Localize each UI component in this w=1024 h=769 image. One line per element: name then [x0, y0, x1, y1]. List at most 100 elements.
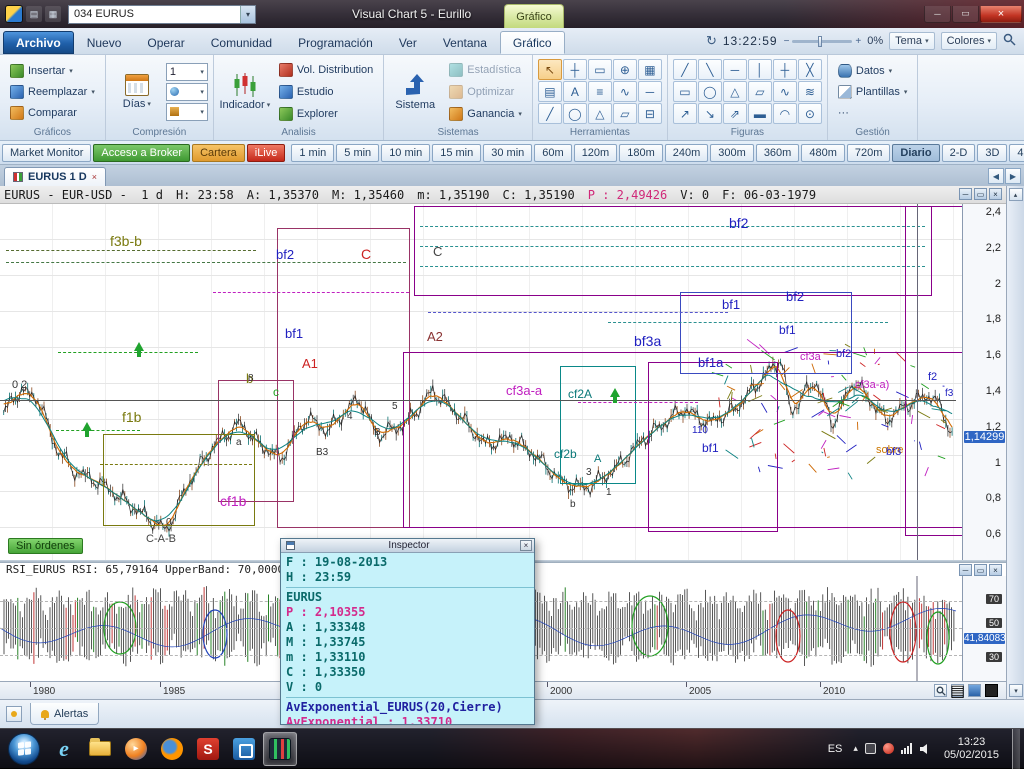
gestion-more-button[interactable]: ···	[833, 103, 913, 123]
zoom-thumb[interactable]	[818, 36, 822, 47]
strip-down-icon[interactable]: ▾	[1009, 684, 1023, 697]
zoom-in-icon[interactable]: +	[855, 36, 861, 47]
ribbon-tab-ver[interactable]: Ver	[386, 31, 430, 54]
dias-button[interactable]: Días▾	[111, 58, 163, 125]
timeframe-30-min[interactable]: 30 min	[483, 144, 532, 162]
figuras-tool-2[interactable]: ╲	[698, 59, 722, 80]
timeframe-240m[interactable]: 240m	[665, 144, 709, 162]
compression-units-spinner[interactable]: 1▾	[166, 63, 208, 81]
vol-distribution-button[interactable]: Vol. Distribution	[274, 60, 378, 80]
figuras-tool-8[interactable]: ◯	[698, 81, 722, 102]
timeframe-5-min[interactable]: 5 min	[336, 144, 379, 162]
herramientas-tool-10[interactable]: ─	[638, 81, 662, 102]
herramientas-tool-1[interactable]: ↖	[538, 59, 562, 80]
timeframe-120m[interactable]: 120m	[574, 144, 618, 162]
indicador-button[interactable]: Indicador▾	[219, 58, 271, 125]
acceso-a-broker-button[interactable]: Acceso a Broker	[93, 144, 190, 162]
tema-button[interactable]: Tema▾	[889, 32, 934, 50]
figuras-tool-7[interactable]: ▭	[673, 81, 697, 102]
taskbar-file-explorer[interactable]	[83, 732, 117, 766]
figuras-tool-17[interactable]: ◠	[773, 103, 797, 124]
symbol-combo[interactable]: 034 EURUS ▾	[68, 5, 256, 24]
timeframe-720m[interactable]: 720m	[847, 144, 891, 162]
ribbon-tab-comunidad[interactable]: Comunidad	[198, 31, 285, 54]
doc-next-button[interactable]: ▶	[1005, 168, 1021, 184]
compression-extra-dropdown[interactable]: ▾	[166, 103, 208, 121]
zoom-icon[interactable]	[934, 684, 947, 697]
figuras-tool-16[interactable]: ▬	[748, 103, 772, 124]
doc-tab-eurus[interactable]: EURUS 1 D ×	[4, 167, 106, 186]
hidden-icons-arrow[interactable]: ▴	[853, 743, 858, 754]
taskbar-visual-chart[interactable]	[263, 732, 297, 766]
figuras-tool-9[interactable]: △	[723, 81, 747, 102]
inspector-window[interactable]: Inspector × F : 19-08-2013H : 23:59EURUS…	[280, 538, 535, 725]
rsi-minimize-icon[interactable]: ─	[959, 564, 972, 576]
timeframe-300m[interactable]: 300m	[710, 144, 754, 162]
taskbar-media-player[interactable]: ▸	[119, 732, 153, 766]
price-axis[interactable]: 2,42,221,81,61,41,210,80,61,14299	[962, 204, 1006, 560]
herramientas-tool-2[interactable]: ┼	[563, 59, 587, 80]
chart-close-icon[interactable]: ×	[989, 188, 1002, 200]
taskbar-firefox[interactable]	[155, 732, 189, 766]
app-logo-icon[interactable]	[5, 5, 23, 23]
estudio-button[interactable]: Estudio	[274, 82, 378, 102]
plantillas-button[interactable]: Plantillas▾	[833, 82, 913, 102]
network-icon[interactable]	[901, 743, 912, 754]
compress-icon[interactable]	[985, 684, 998, 697]
zoom-out-icon[interactable]: −	[784, 36, 790, 47]
figuras-tool-13[interactable]: ↗	[673, 103, 697, 124]
colores-button[interactable]: Colores▾	[941, 32, 997, 50]
timeframe-10-min[interactable]: 10 min	[381, 144, 430, 162]
taskbar-clock[interactable]: 13:23 05/02/2015	[938, 736, 1005, 762]
timeframe-15-min[interactable]: 15 min	[432, 144, 481, 162]
ribbon-tab-archivo[interactable]: Archivo	[3, 31, 74, 54]
market-monitor-button[interactable]: Market Monitor	[2, 144, 91, 162]
figuras-tool-15[interactable]: ⇗	[723, 103, 747, 124]
herramientas-tool-8[interactable]: ≡	[588, 81, 612, 102]
minimize-button[interactable]: ─	[924, 6, 951, 23]
timeframe-4d[interactable]: 4D	[1009, 144, 1024, 162]
chart-restore-icon[interactable]: ▭	[974, 188, 987, 200]
timeframe-480m[interactable]: 480m	[801, 144, 845, 162]
tray-app-icon[interactable]	[865, 743, 876, 754]
figuras-tool-11[interactable]: ∿	[773, 81, 797, 102]
herramientas-tool-15[interactable]: ⊟	[638, 103, 662, 124]
herramientas-tool-3[interactable]: ▭	[588, 59, 612, 80]
qat-save-icon[interactable]: ▤	[26, 6, 42, 22]
qat-new-icon[interactable]: ▦	[45, 6, 61, 22]
ribbon-tab-ventana[interactable]: Ventana	[430, 31, 500, 54]
context-tab-group[interactable]: Gráfico	[504, 4, 564, 28]
zoom-track[interactable]	[792, 40, 852, 43]
figuras-tool-5[interactable]: ┼	[773, 59, 797, 80]
comparar-button[interactable]: Comparar	[5, 103, 100, 123]
strip-up-icon[interactable]: ▴	[1009, 188, 1023, 201]
datos-button[interactable]: Datos▾	[833, 61, 913, 81]
timeframe-1-min[interactable]: 1 min	[291, 144, 334, 162]
insertar-button[interactable]: Insertar▾	[5, 61, 100, 81]
timeframe-2-d[interactable]: 2-D	[942, 144, 976, 162]
save-icon[interactable]	[968, 684, 981, 697]
start-button[interactable]	[8, 733, 40, 765]
chart-minimize-icon[interactable]: ─	[959, 188, 972, 200]
explorer-button[interactable]: Explorer	[274, 104, 378, 124]
right-scroll-strip[interactable]: ▴ ▾	[1006, 186, 1024, 699]
herramientas-tool-5[interactable]: ▦	[638, 59, 662, 80]
volume-icon[interactable]	[919, 743, 931, 755]
tray-status-icon[interactable]	[883, 743, 894, 754]
figuras-tool-18[interactable]: ⊙	[798, 103, 822, 124]
maximize-button[interactable]: ▭	[952, 6, 979, 23]
alerts-icon[interactable]	[6, 706, 22, 722]
figuras-tool-3[interactable]: ─	[723, 59, 747, 80]
rsi-axis[interactable]: 70503041,84083	[962, 576, 1006, 681]
timeframe-3d[interactable]: 3D	[977, 144, 1007, 162]
herramientas-tool-4[interactable]: ⊕	[613, 59, 637, 80]
inspector-close-icon[interactable]: ×	[520, 540, 532, 551]
taskbar-blue-app[interactable]	[227, 732, 261, 766]
figuras-tool-4[interactable]: │	[748, 59, 772, 80]
doc-tab-close-icon[interactable]: ×	[92, 172, 97, 182]
estadistica-button[interactable]: Estadística	[444, 60, 527, 80]
inspector-titlebar[interactable]: Inspector ×	[281, 539, 534, 553]
close-button[interactable]: ×	[980, 6, 1022, 23]
timeframe-60m[interactable]: 60m	[534, 144, 571, 162]
figuras-tool-6[interactable]: ╳	[798, 59, 822, 80]
